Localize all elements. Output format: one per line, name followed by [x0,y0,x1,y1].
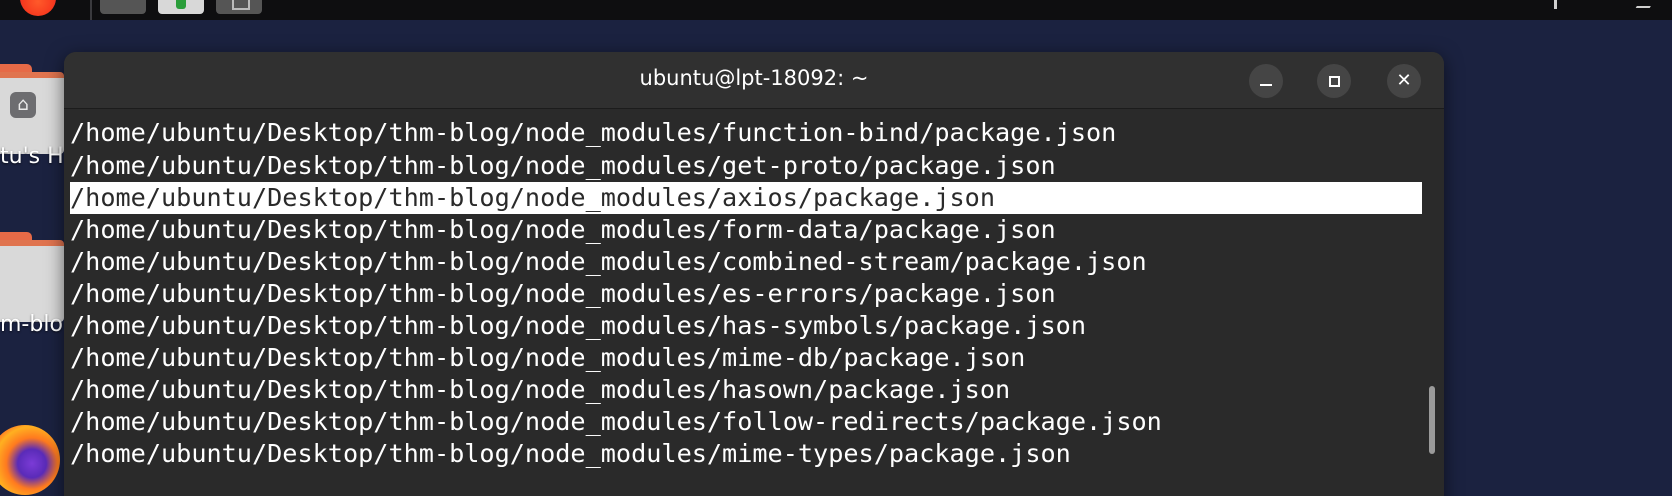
terminal-window[interactable]: ubuntu@lpt-18092: ~ ✕ /home/ubuntu/Deskt… [64,52,1444,496]
terminal-line[interactable]: /home/ubuntu/Desktop/thm-blog/node_modul… [70,310,1086,342]
terminal-line[interactable]: /home/ubuntu/Desktop/thm-blog/node_modul… [70,342,1025,374]
terminal-line[interactable]: /home/ubuntu/Desktop/thm-blog/node_modul… [70,150,1056,182]
maximize-icon [1328,75,1340,87]
scrollbar-thumb[interactable] [1429,386,1435,454]
minimize-icon [1260,84,1272,86]
terminal-line[interactable]: /home/ubuntu/Desktop/thm-blog/node_modul… [70,438,1071,470]
terminal-line[interactable]: /home/ubuntu/Desktop/thm-blog/node_modul… [70,406,1162,438]
terminal-line-selected[interactable]: /home/ubuntu/Desktop/thm-blog/node_modul… [70,182,1422,214]
indicator-icon[interactable] [1554,0,1557,9]
window-title: ubuntu@lpt-18092: ~ [639,66,869,90]
terminal-line[interactable]: /home/ubuntu/Desktop/thm-blog/node_modul… [70,246,1147,278]
trash-launcher-icon[interactable] [216,0,262,14]
firefox-icon[interactable] [0,425,60,495]
desktop-icons: ⌂ tu's H m-blo [0,20,70,496]
maximize-button[interactable] [1317,64,1351,98]
close-icon: ✕ [1396,70,1412,91]
desktop-screen: ⌂ tu's H m-blo ubuntu@lpt-18092: ~ ✕ /ho… [0,0,1672,496]
trash-glyph-icon [232,0,250,10]
firefox-dock-icon[interactable] [20,0,56,16]
terminal-line[interactable]: /home/ubuntu/Desktop/thm-blog/node_modul… [70,214,1056,246]
close-button[interactable]: ✕ [1387,64,1421,98]
home-folder-label[interactable]: tu's H [0,144,64,169]
terminal-titlebar[interactable]: ubuntu@lpt-18092: ~ ✕ [64,52,1444,109]
terminal-line[interactable]: /home/ubuntu/Desktop/thm-blog/node_modul… [70,117,1116,149]
app-launcher-green-icon[interactable] [158,0,204,14]
top-panel [0,0,1672,20]
blog-folder-label[interactable]: m-blo [0,312,63,337]
home-icon: ⌂ [10,92,36,118]
terminal-line[interactable]: /home/ubuntu/Desktop/thm-blog/node_modul… [70,374,1010,406]
terminal-output[interactable]: /home/ubuntu/Desktop/thm-blog/node_modul… [64,109,1444,496]
home-folder-icon[interactable]: ⌂ [0,64,64,154]
folder-icon[interactable] [0,232,64,322]
minimize-button[interactable] [1249,64,1283,98]
dock-separator [90,0,92,20]
system-menu-icon[interactable] [1635,0,1655,8]
app-launcher-icon[interactable] [100,0,146,14]
terminal-line[interactable]: /home/ubuntu/Desktop/thm-blog/node_modul… [70,278,1056,310]
